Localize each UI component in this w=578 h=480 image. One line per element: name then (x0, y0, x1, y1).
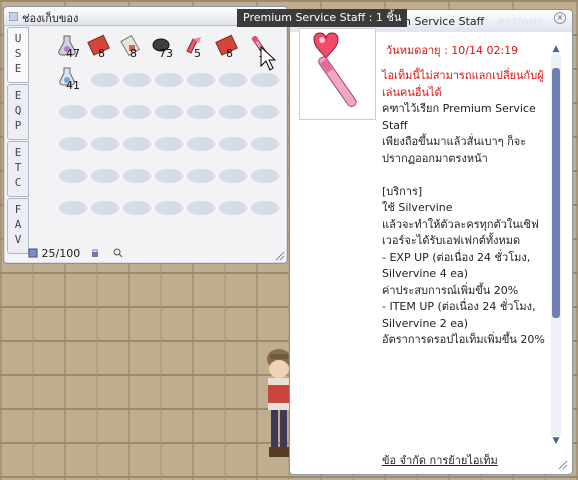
empty-slot[interactable] (155, 73, 183, 87)
empty-slot[interactable] (91, 105, 119, 119)
empty-slot[interactable] (59, 201, 87, 215)
description-body: ไอเท็มนี้ไม่สามารถแลกเปลี่ยนกับผู้เล่นคน… (382, 68, 554, 349)
empty-slot[interactable] (219, 137, 247, 151)
description-line (382, 167, 554, 184)
empty-slot[interactable] (187, 105, 215, 119)
empty-slot[interactable] (123, 169, 151, 183)
inventory-footer: 25/100 (28, 247, 123, 260)
empty-slot[interactable] (251, 201, 279, 215)
empty-slot[interactable] (155, 169, 183, 183)
description-line: ใช้ Silvervine (382, 201, 453, 214)
empty-slot[interactable] (123, 105, 151, 119)
tab-fav[interactable]: FAV (7, 198, 29, 254)
item-slot[interactable]: 8 (215, 33, 245, 61)
item-slot[interactable]: 47 (55, 33, 85, 61)
item-slot[interactable]: 8 (87, 33, 117, 61)
item-quantity: 47 (66, 47, 80, 60)
tab-etc[interactable]: ETC (7, 141, 29, 197)
item-quantity: 8 (226, 47, 233, 60)
description-line: คฑาไว้เรียก Premium Service Staff (382, 102, 536, 132)
bag-icon (28, 248, 38, 258)
window-icon (9, 12, 18, 21)
item-slot[interactable]: 5 (183, 33, 213, 61)
scroll-track[interactable] (551, 54, 561, 436)
empty-slot[interactable] (123, 201, 151, 215)
scroll-down-icon[interactable]: ▼ (551, 436, 561, 446)
empty-slot[interactable] (123, 137, 151, 151)
resize-handle-icon[interactable] (558, 460, 568, 470)
staff-illustration-icon (313, 32, 357, 107)
empty-slot[interactable] (219, 201, 247, 215)
inventory-title: ช่องเก็บของ (22, 12, 79, 25)
item-quantity: 8 (130, 47, 137, 60)
trade-warning: ไอเท็มนี้ไม่สามารถแลกเปลี่ยนกับผู้เล่นคน… (382, 69, 544, 99)
empty-slot[interactable] (219, 169, 247, 183)
empty-slot[interactable] (251, 105, 279, 119)
empty-slot[interactable] (219, 73, 247, 87)
tab-use[interactable]: USE (7, 27, 29, 83)
empty-slot[interactable] (123, 73, 151, 87)
tab-eqp[interactable]: EQP (7, 84, 29, 140)
description-line: แล้วจะทำให้ตัวละครทุกตัวในเซิฟเวอร์จะได้… (382, 217, 539, 248)
scroll-thumb[interactable] (552, 68, 560, 318)
lock-icon[interactable] (90, 248, 100, 258)
empty-slot[interactable] (187, 169, 215, 183)
empty-slot[interactable] (91, 201, 119, 215)
item-illustration (299, 28, 376, 120)
empty-slot[interactable] (91, 137, 119, 151)
expiry-date: วันหมดอายุ : 10/14 02:19 (386, 44, 519, 57)
resize-handle-icon[interactable] (275, 251, 285, 261)
item-slot[interactable]: 41 (55, 65, 85, 93)
description-line: อัตราการดรอปไอเท็มเพิ่มขึ้น 20% (382, 333, 545, 346)
player-character-sprite[interactable] (262, 345, 292, 465)
item-description-window[interactable]: Premium Service Staff ections × วันหมดอา… (289, 9, 573, 475)
item-quantity: 41 (66, 79, 80, 92)
description-line: ค่าประสบการณ์เพิ่มขึ้น 20% (382, 283, 519, 297)
empty-slot[interactable] (251, 137, 279, 151)
empty-slot[interactable] (251, 73, 279, 87)
description-scrollbar[interactable]: ▲ ▼ (551, 44, 561, 446)
close-icon[interactable]: × (554, 12, 566, 24)
item-slot[interactable]: 73 (151, 33, 181, 61)
empty-slot[interactable] (155, 137, 183, 151)
empty-slot[interactable] (187, 73, 215, 87)
description-line: - EXP UP (ต่อเนื่อง 24 ชั่วโมง, Silvervi… (382, 250, 531, 281)
empty-slot[interactable] (91, 169, 119, 183)
inventory-capacity: 25/100 (41, 247, 81, 260)
empty-slot[interactable] (59, 169, 87, 183)
empty-slot[interactable] (251, 169, 279, 183)
item-slot[interactable]: 8 (119, 33, 149, 61)
empty-slot[interactable] (187, 201, 215, 215)
empty-slot[interactable] (59, 137, 87, 151)
empty-slot[interactable] (187, 137, 215, 151)
inventory-tabs: USE EQP ETC FAV (7, 27, 29, 259)
item-name-tooltip: Premium Service Staff : 1 ชิ้น (237, 9, 408, 27)
empty-slot[interactable] (219, 105, 247, 119)
inventory-window[interactable]: ช่องเก็บของ USE EQP ETC FAV 47 8 8 73 5 … (3, 6, 288, 264)
description-line: - ITEM UP (ต่อเนื่อง 24 ชั่วโมง, Silverv… (382, 300, 536, 330)
title-watermark: ections (498, 15, 543, 28)
scroll-up-icon[interactable]: ▲ (551, 44, 561, 54)
mouse-cursor-icon (260, 46, 276, 71)
empty-slot[interactable] (59, 105, 87, 119)
magnifier-icon[interactable] (113, 248, 123, 258)
item-quantity: 8 (98, 47, 105, 60)
empty-slot[interactable] (155, 201, 183, 215)
empty-slot[interactable] (91, 73, 119, 87)
item-move-restriction-link[interactable]: ข้อ จำกัด การย้ายไอเท็ม (382, 451, 498, 469)
item-quantity: 73 (159, 47, 173, 60)
description-line: เพียงถือขึ้นมาแล้วสั่นเบาๆ ก็จะปรากฏออกม… (382, 135, 527, 165)
item-quantity: 5 (194, 47, 201, 60)
description-line: [บริการ] (382, 184, 423, 198)
empty-slot[interactable] (155, 105, 183, 119)
